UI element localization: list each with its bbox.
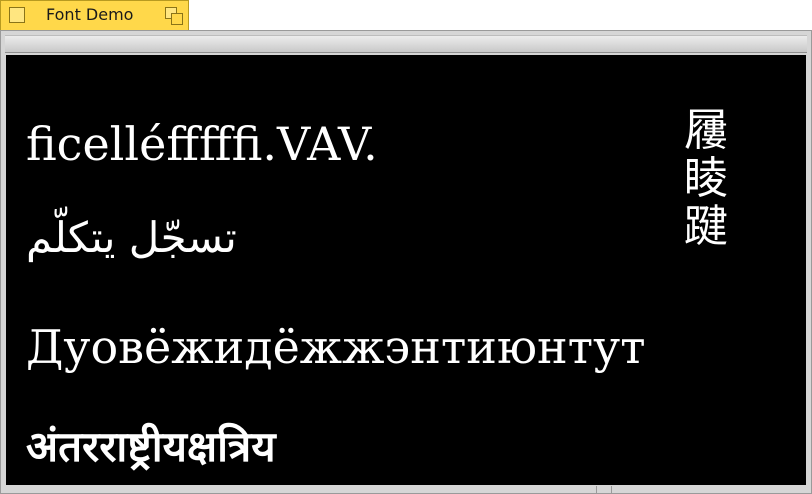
- window-menu-icon[interactable]: [9, 7, 25, 23]
- font-demo-canvas: ficelléffffﬁ.VAV. تسجّل يتكلّم Дуовёжидё…: [6, 55, 806, 485]
- window-title-tab[interactable]: Font Demo: [0, 0, 189, 30]
- bottom-edge-marker: [596, 486, 612, 494]
- cyrillic-sample-text: Дуовёжидёжжэнтиюнтут: [26, 320, 646, 374]
- devanagari-sample-text: अंतरराष्ट्रीयक्षत्रिय: [26, 422, 276, 471]
- restore-icon-front: [171, 13, 183, 25]
- cjk-vertical-sample-text: 屨睖踺: [684, 105, 728, 252]
- restore-icon[interactable]: [165, 7, 183, 25]
- window-title: Font Demo: [46, 5, 134, 24]
- latin-sample-text: ficelléffffﬁ.VAV.: [26, 117, 378, 171]
- toolbar-strip: [5, 35, 807, 53]
- arabic-sample-text: تسجّل يتكلّم: [26, 213, 237, 262]
